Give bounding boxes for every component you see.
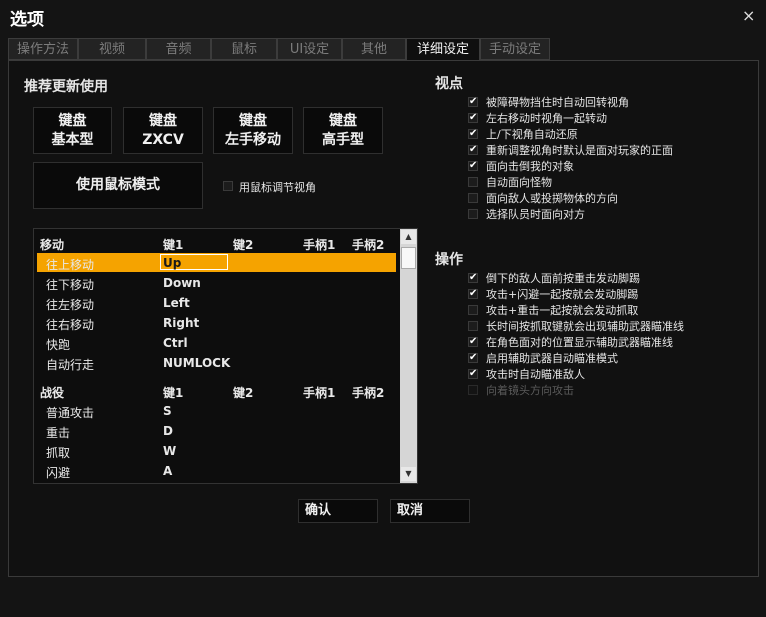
- tab-other[interactable]: 其他: [342, 38, 406, 60]
- operation-option-label: 攻击+闪避一起按就会发动脚踢: [486, 288, 639, 301]
- operation-option-label: 攻击+重击一起按就会发动抓取: [486, 304, 639, 317]
- preset-line2: 高手型: [322, 131, 364, 148]
- table-row-action[interactable]: 普通攻击: [46, 404, 94, 421]
- key-binding-table: 移动 键1 键2 手柄1 手柄2 往上移动 Up 往下移动 Down 往左移动 …: [33, 228, 418, 484]
- table-row-action[interactable]: 重击: [46, 424, 70, 441]
- preset-line2: 左手移动: [225, 131, 281, 148]
- confirm-button[interactable]: 确认: [298, 499, 378, 523]
- table-row-key1[interactable]: S: [163, 404, 172, 418]
- mouse-camera-label: 用鼠标调节视角: [239, 181, 316, 194]
- table-row-action[interactable]: 快跑: [46, 336, 70, 353]
- viewpoint-checkbox[interactable]: ✔: [468, 145, 478, 155]
- table-row-key1[interactable]: A: [163, 464, 172, 478]
- table-row-key1[interactable]: Ctrl: [163, 336, 188, 350]
- table-row-action[interactable]: 往左移动: [46, 296, 94, 313]
- options-window: 选项 × 操作方法 视频 音频 鼠标 UI设定 其他 详细设定 手动设定 推荐更…: [0, 0, 766, 617]
- preset-line2: ZXCV: [142, 131, 184, 148]
- cancel-button[interactable]: 取消: [390, 499, 470, 523]
- table-row-key1[interactable]: NUMLOCK: [163, 356, 230, 370]
- tab-audio[interactable]: 音频: [146, 38, 211, 60]
- operation-title: 操作: [435, 252, 463, 268]
- viewpoint-option-label: 上/下视角自动还原: [486, 128, 578, 141]
- operation-checkbox-disabled: [468, 385, 478, 395]
- preset-zxcv-button[interactable]: 键盘 ZXCV: [123, 107, 203, 154]
- table-row-key1[interactable]: Left: [163, 296, 190, 310]
- section-header: 战役: [40, 386, 65, 400]
- operation-option-label: 在角色面对的位置显示辅助武器瞄准线: [486, 336, 673, 349]
- operation-checkbox[interactable]: ✔: [468, 337, 478, 347]
- preset-left-hand-button[interactable]: 键盘 左手移动: [213, 107, 293, 154]
- operation-option-label: 攻击时自动瞄准敌人: [486, 368, 585, 381]
- tab-manual-settings[interactable]: 手动设定: [480, 38, 550, 60]
- viewpoint-checkbox[interactable]: ✔: [468, 113, 478, 123]
- operation-checkbox[interactable]: ✔: [468, 289, 478, 299]
- viewpoint-checkbox[interactable]: [468, 209, 478, 219]
- viewpoint-checkbox[interactable]: ✔: [468, 97, 478, 107]
- tab-detailed-settings[interactable]: 详细设定: [406, 38, 480, 61]
- viewpoint-checkbox[interactable]: ✔: [468, 129, 478, 139]
- operation-checkbox[interactable]: [468, 321, 478, 331]
- operation-option-label: 倒下的敌人面前按重击发动脚踢: [486, 272, 640, 285]
- column-header: 键1: [163, 238, 184, 252]
- preset-line2: 基本型: [51, 131, 94, 148]
- column-header: 手柄1: [303, 386, 336, 400]
- operation-option-label: 长时间按抓取键就会出现辅助武器瞄准线: [486, 320, 684, 333]
- preset-line1: 键盘: [239, 112, 267, 129]
- viewpoint-checkbox[interactable]: [468, 177, 478, 187]
- mouse-camera-checkbox[interactable]: [223, 181, 233, 191]
- viewpoint-option-label: 左右移动时视角一起转动: [486, 112, 607, 125]
- operation-checkbox[interactable]: ✔: [468, 273, 478, 283]
- viewpoint-checkbox[interactable]: ✔: [468, 161, 478, 171]
- table-row-key1[interactable]: Right: [163, 316, 199, 330]
- column-header: 键1: [163, 386, 184, 400]
- table-row-action[interactable]: 自动行走: [46, 356, 94, 373]
- table-scrollbar[interactable]: ▲ ▼: [400, 229, 417, 483]
- operation-checkbox[interactable]: ✔: [468, 353, 478, 363]
- table-row-action[interactable]: 闪避: [46, 464, 70, 481]
- mouse-mode-button[interactable]: 使用鼠标模式: [33, 162, 203, 209]
- viewpoint-checkbox[interactable]: [468, 193, 478, 203]
- scrollbar-thumb[interactable]: [401, 247, 416, 269]
- table-row-key1[interactable]: Up: [163, 256, 181, 270]
- recommend-title: 推荐更新使用: [24, 79, 108, 95]
- close-icon[interactable]: ×: [742, 6, 755, 25]
- preset-line1: 键盘: [149, 112, 177, 129]
- scroll-up-icon[interactable]: ▲: [401, 230, 416, 244]
- table-row-key1[interactable]: D: [163, 424, 173, 438]
- tab-mouse[interactable]: 鼠标: [211, 38, 277, 60]
- column-header: 手柄1: [303, 238, 336, 252]
- section-header: 移动: [40, 238, 65, 252]
- tab-video[interactable]: 视频: [78, 38, 146, 60]
- viewpoint-option-label: 重新调整视角时默认是面对玩家的正面: [486, 144, 673, 157]
- operation-checkbox[interactable]: ✔: [468, 369, 478, 379]
- table-row-action[interactable]: 往右移动: [46, 316, 94, 333]
- scroll-down-icon[interactable]: ▼: [401, 467, 416, 481]
- operation-option-label: 启用辅助武器自动瞄准模式: [486, 352, 618, 365]
- viewpoint-option-label: 自动面向怪物: [486, 176, 552, 189]
- table-row-action[interactable]: 往下移动: [46, 276, 94, 293]
- table-row-action[interactable]: 往上移动: [46, 256, 94, 273]
- viewpoint-option-label: 被障碍物挡住时自动回转视角: [486, 96, 629, 109]
- preset-line1: 键盘: [58, 112, 87, 129]
- column-header: 手柄2: [352, 386, 385, 400]
- table-row-action[interactable]: 抓取: [46, 444, 70, 461]
- viewpoint-option-label: 选择队员时面向对方: [486, 208, 585, 221]
- tab-ui-settings[interactable]: UI设定: [277, 38, 342, 60]
- operation-option-label: 向着镜头方向攻击: [486, 384, 574, 397]
- tab-controls[interactable]: 操作方法: [8, 38, 78, 60]
- column-header: 键2: [233, 238, 254, 252]
- viewpoint-title: 视点: [435, 76, 463, 92]
- table-row-key1[interactable]: W: [163, 444, 176, 458]
- preset-line1: 键盘: [329, 112, 357, 129]
- table-row-key1[interactable]: Down: [163, 276, 201, 290]
- column-header: 手柄2: [352, 238, 385, 252]
- window-title: 选项: [10, 10, 44, 30]
- column-header: 键2: [233, 386, 254, 400]
- preset-basic-button[interactable]: 键盘 基本型: [33, 107, 112, 154]
- operation-checkbox[interactable]: [468, 305, 478, 315]
- preset-expert-button[interactable]: 键盘 高手型: [303, 107, 383, 154]
- viewpoint-option-label: 面向敌人或投掷物体的方向: [486, 192, 618, 205]
- viewpoint-option-label: 面向击倒我的对象: [486, 160, 574, 173]
